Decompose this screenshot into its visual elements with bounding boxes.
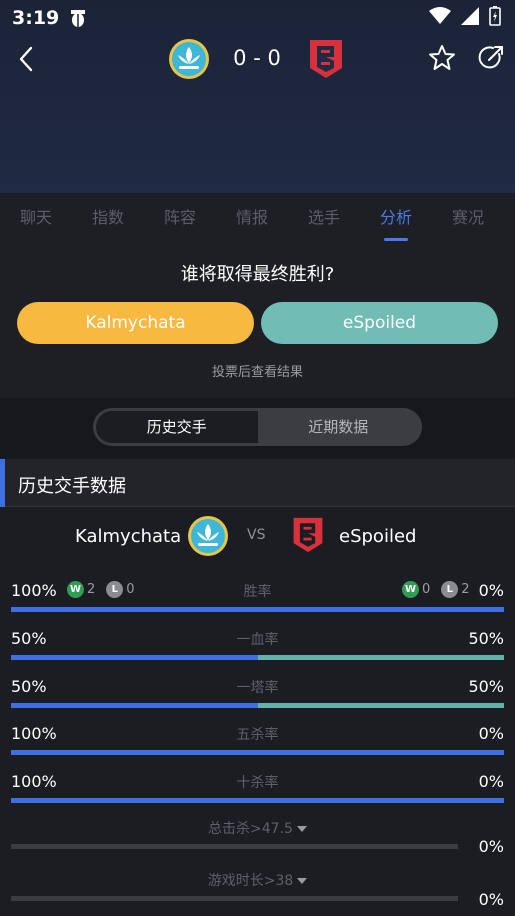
stat-right-value: 50% [468, 677, 504, 696]
away-team-name: eSpoiled [339, 526, 417, 547]
threshold-label: 游戏时长>38 [207, 873, 294, 889]
stat-row-first-tower: 50% 一塔率 50% [0, 677, 515, 725]
stat-right-value: 0% [478, 772, 504, 791]
stat-right-value: 0% [478, 724, 504, 743]
threshold-label: 总击杀>47.5 [208, 821, 293, 837]
back-button[interactable] [14, 44, 38, 74]
match-score: 0 - 0 [233, 46, 281, 70]
stat-bar [11, 703, 504, 708]
section-title: 历史交手数据 [18, 476, 126, 497]
espoiled-logo-icon [293, 517, 323, 553]
threshold-bar [11, 896, 458, 901]
win-badge-icon: W [402, 581, 419, 598]
stat-bar [11, 798, 504, 803]
threshold-bar [11, 844, 458, 849]
stat-bar-home [11, 655, 258, 660]
tab-odds[interactable]: 指数 [72, 193, 144, 245]
vote-home-button[interactable]: Kalmychata [17, 302, 254, 344]
section-accent-bar [0, 459, 5, 507]
tab-analysis[interactable]: 分析 [360, 193, 432, 245]
away-win-loss: W 0 L 2 [402, 581, 470, 598]
stat-bar-home [11, 703, 258, 708]
threshold-dropdown[interactable]: 游戏时长>38 [0, 870, 515, 890]
tab-live[interactable]: 赛况 [432, 193, 504, 245]
bug-icon [71, 10, 86, 27]
stat-label: 一塔率 [236, 680, 279, 696]
tab-bar: 聊天 指数 阵容 情报 选手 分析 赛况 [0, 193, 515, 245]
stat-bar-home [11, 798, 504, 803]
caret-down-icon [296, 826, 307, 832]
vote-away-button[interactable]: eSpoiled [261, 302, 498, 344]
battery-icon [489, 6, 501, 26]
stat-row-five-kills: 100% 五杀率 0% [0, 724, 515, 772]
stat-label: 五杀率 [236, 727, 279, 743]
vote-note: 投票后查看结果 [211, 365, 303, 380]
vote-question: 谁将取得最终胜利? [180, 264, 335, 285]
away-wins: 0 [422, 582, 431, 597]
stat-right-value: 0% [478, 581, 504, 600]
stat-row-ten-kills: 100% 十杀率 0% [0, 772, 515, 820]
stat-bar [11, 750, 504, 755]
tab-intel[interactable]: 情报 [216, 193, 288, 245]
status-icons [429, 6, 501, 26]
stat-bar [11, 607, 504, 612]
match-header: 3:19 0 - 0 [0, 0, 515, 193]
segment-recent[interactable]: 近期数据 [258, 411, 420, 443]
section-header: 历史交手数据 [0, 459, 515, 507]
versus-row: Kalmychata VS eSpoiled [0, 508, 515, 568]
segment-control: 历史交手 近期数据 [93, 408, 422, 446]
tab-chat[interactable]: 聊天 [0, 193, 72, 245]
threshold-row-game-duration: 游戏时长>38 0% [0, 870, 515, 916]
stat-bar [11, 655, 504, 660]
tab-lineup[interactable]: 阵容 [144, 193, 216, 245]
share-icon[interactable] [477, 44, 505, 72]
segment-history[interactable]: 历史交手 [96, 411, 258, 443]
threshold-value: 0% [478, 890, 504, 909]
caret-down-icon [297, 878, 308, 884]
home-team-name: Kalmychata [75, 526, 182, 547]
top-bar: 0 - 0 [0, 36, 515, 82]
vs-label: VS [247, 527, 266, 543]
threshold-value: 0% [478, 837, 504, 856]
segment-area: 历史交手 近期数据 [0, 398, 515, 458]
stat-bar-away [257, 655, 504, 660]
stat-bar-away [257, 703, 504, 708]
wifi-icon [429, 7, 451, 24]
stat-right-value: 50% [468, 629, 504, 648]
threshold-row-total-kills: 总击杀>47.5 0% [0, 818, 515, 866]
stat-label: 十杀率 [236, 775, 279, 791]
threshold-dropdown[interactable]: 总击杀>47.5 [0, 818, 515, 838]
status-bar: 3:19 [0, 0, 515, 36]
signal-icon [461, 7, 479, 25]
loss-badge-icon: L [441, 581, 459, 598]
status-time: 3:19 [12, 7, 60, 29]
stat-row-first-blood: 50% 一血率 50% [0, 629, 515, 677]
kalmychata-logo-icon[interactable] [168, 38, 210, 80]
kalmychata-logo-icon [188, 516, 228, 556]
vote-panel: 谁将取得最终胜利? Kalmychata eSpoiled 投票后查看结果 [0, 245, 515, 398]
away-losses: 2 [461, 582, 470, 597]
stat-row-win-rate: 100% W 2 L 0 胜率 W 0 L 2 0% [0, 581, 515, 629]
stat-bar-home [11, 750, 504, 755]
stat-label: 一血率 [236, 632, 279, 648]
favorite-star-icon[interactable] [428, 44, 456, 72]
stat-bar-home [11, 607, 504, 612]
espoiled-logo-icon[interactable] [306, 38, 346, 80]
tab-players[interactable]: 选手 [288, 193, 360, 245]
